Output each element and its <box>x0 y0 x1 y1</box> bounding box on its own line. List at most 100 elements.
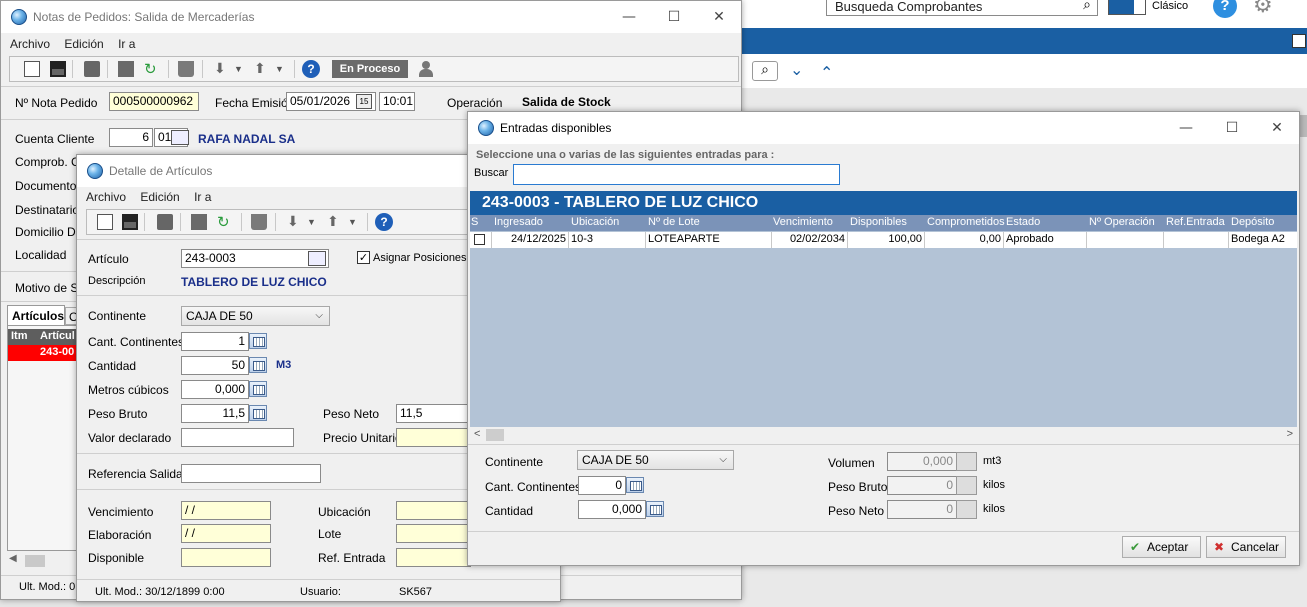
menu-ir-a[interactable]: Ir a <box>118 34 135 54</box>
col-comprometidos[interactable]: Comprometidos <box>927 216 1005 228</box>
e-cantidad-field[interactable]: 0,000 <box>578 500 646 519</box>
articulo-field[interactable]: 243-0003 <box>181 249 329 268</box>
col-vencimiento[interactable]: Vencimiento <box>773 216 833 228</box>
calendar-icon[interactable]: 15 <box>356 94 372 109</box>
scroll-thumb[interactable] <box>486 429 504 441</box>
menu-archivo[interactable]: Archivo <box>10 34 50 54</box>
menu-edicion[interactable]: Edición <box>64 34 103 54</box>
e-cant-field[interactable]: 0 <box>578 476 626 495</box>
status-in-process-button[interactable]: En Proceso <box>332 60 408 78</box>
notas-titlebar[interactable]: Notas de Pedidos: Salida de Mercaderías … <box>1 1 741 33</box>
arrow-up-icon[interactable]: ⬆ <box>254 61 270 77</box>
cancel-button[interactable]: ✖ Cancelar <box>1206 536 1286 558</box>
stop-icon[interactable] <box>118 61 134 77</box>
ubicacion-field[interactable] <box>396 501 471 520</box>
minimize-icon-3[interactable]: — <box>1176 118 1196 138</box>
dropdown-caret-icon-4[interactable]: ▼ <box>348 214 364 230</box>
tab-articulos[interactable]: Artículos <box>7 305 65 325</box>
bruto-button[interactable] <box>956 476 977 495</box>
hora-field[interactable]: 10:01 <box>379 92 415 111</box>
user-icon[interactable] <box>418 61 434 77</box>
asignar-posiciones-checkbox[interactable]: ✓ <box>357 251 370 264</box>
volumen-button[interactable] <box>956 452 977 471</box>
arrow-down-icon[interactable]: ⬇ <box>214 61 230 77</box>
calculator-icon-5[interactable] <box>626 477 644 493</box>
col-deposito[interactable]: Depósito <box>1231 216 1274 228</box>
entradas-titlebar[interactable]: Entradas disponibles — ☐ ✕ <box>468 112 1299 144</box>
global-search-box[interactable]: Busqueda Comprobantes ⌕ <box>826 0 1098 16</box>
new-doc-icon[interactable] <box>24 61 40 77</box>
delete-icon[interactable] <box>178 61 194 77</box>
calculator-icon-3[interactable] <box>249 381 267 397</box>
menu-edicion-2[interactable]: Edición <box>140 187 179 207</box>
help-circle-icon[interactable]: ? <box>302 60 320 78</box>
minimize-icon[interactable]: — <box>619 7 639 27</box>
vencimiento-field[interactable]: / / <box>181 501 271 520</box>
hscroll-left-icon[interactable]: ◀ <box>9 553 23 569</box>
calculator-icon[interactable] <box>249 333 267 349</box>
elaboracion-field[interactable]: / / <box>181 524 271 543</box>
buscar-input[interactable] <box>513 164 840 185</box>
close-icon-3[interactable]: ✕ <box>1267 118 1287 138</box>
refresh-icon[interactable]: ↻ <box>144 61 160 77</box>
valor-field[interactable] <box>181 428 294 447</box>
peso-neto-field[interactable]: 11,5 <box>396 404 471 423</box>
col-ubicacion[interactable]: Ubicación <box>571 216 619 228</box>
calculator-icon-4[interactable] <box>249 405 267 421</box>
gear-icon[interactable]: ⚙ <box>1253 0 1277 18</box>
bg-search-icon[interactable]: ⌕ <box>752 61 778 81</box>
maximize-icon[interactable]: ☐ <box>664 7 684 27</box>
new-doc-icon-2[interactable] <box>97 214 113 230</box>
dropdown-caret-icon-2[interactable]: ▼ <box>275 61 291 77</box>
grid-hscrollbar[interactable]: < > <box>470 427 1297 443</box>
save-icon-2[interactable] <box>122 214 138 230</box>
hscroll-thumb[interactable] <box>25 555 45 567</box>
col-ref-entrada[interactable]: Ref.Entrada <box>1166 216 1225 228</box>
refresh-icon-2[interactable]: ↻ <box>217 214 233 230</box>
scroll-left-icon[interactable]: < <box>474 428 480 440</box>
peso-bruto-field[interactable]: 11,5 <box>181 404 249 423</box>
cuenta-number-field[interactable]: 6 <box>109 128 153 147</box>
save-icon[interactable] <box>50 61 66 77</box>
arrow-down-icon-2[interactable]: ⬇ <box>287 214 303 230</box>
nro-nota-field[interactable]: 000500000962 <box>109 92 199 111</box>
view-color-swatch[interactable] <box>1108 0 1146 15</box>
col-operacion[interactable]: Nº Operación <box>1089 216 1155 228</box>
col-estado[interactable]: Estado <box>1006 216 1040 228</box>
chevron-down-icon[interactable]: ⌄ <box>790 60 803 79</box>
row-select-checkbox[interactable] <box>474 234 485 245</box>
articulo-lookup-icon[interactable] <box>308 251 326 266</box>
window-restore-icon[interactable] <box>1292 34 1306 48</box>
search-icon[interactable]: ⌕ <box>1083 0 1091 13</box>
col-s[interactable]: S <box>471 216 478 228</box>
referencia-field[interactable] <box>181 464 321 483</box>
menu-ir-a-2[interactable]: Ir a <box>194 187 211 207</box>
close-icon[interactable]: ✕ <box>709 7 729 27</box>
dropdown-caret-icon[interactable]: ▼ <box>234 61 250 77</box>
menu-archivo-2[interactable]: Archivo <box>86 187 126 207</box>
help-circle-icon-2[interactable]: ? <box>375 213 393 231</box>
stop-icon-2[interactable] <box>191 214 207 230</box>
lote-field[interactable] <box>396 524 471 543</box>
continente-select[interactable]: CAJA DE 50 ⌵ <box>181 306 330 326</box>
arrow-up-icon-2[interactable]: ⬆ <box>327 214 343 230</box>
lookup-icon[interactable] <box>171 130 189 145</box>
metros-field[interactable]: 0,000 <box>181 380 249 399</box>
col-ingresado[interactable]: Ingresado <box>494 216 543 228</box>
chevron-up-icon[interactable]: ⌃ <box>820 63 833 82</box>
scroll-right-icon[interactable]: > <box>1287 428 1293 440</box>
col-disponibles[interactable]: Disponibles <box>850 216 907 228</box>
print-icon[interactable] <box>84 61 100 77</box>
maximize-icon-3[interactable]: ☐ <box>1222 118 1242 138</box>
cant-continentes-field[interactable]: 1 <box>181 332 249 351</box>
ref-entrada-field[interactable] <box>396 548 471 567</box>
precio-field[interactable] <box>396 428 471 447</box>
calculator-icon-2[interactable] <box>249 357 267 373</box>
accept-button[interactable]: ✔ Aceptar <box>1122 536 1201 558</box>
col-lote[interactable]: Nº de Lote <box>648 216 700 228</box>
disponible-field[interactable] <box>181 548 271 567</box>
global-search-input[interactable]: Busqueda Comprobantes <box>835 0 982 14</box>
calculator-icon-6[interactable] <box>646 501 664 517</box>
table-row[interactable]: 24/12/2025 10-3 LOTEAPARTE 02/02/2034 10… <box>470 232 1297 248</box>
row-select-cell[interactable] <box>470 232 492 248</box>
